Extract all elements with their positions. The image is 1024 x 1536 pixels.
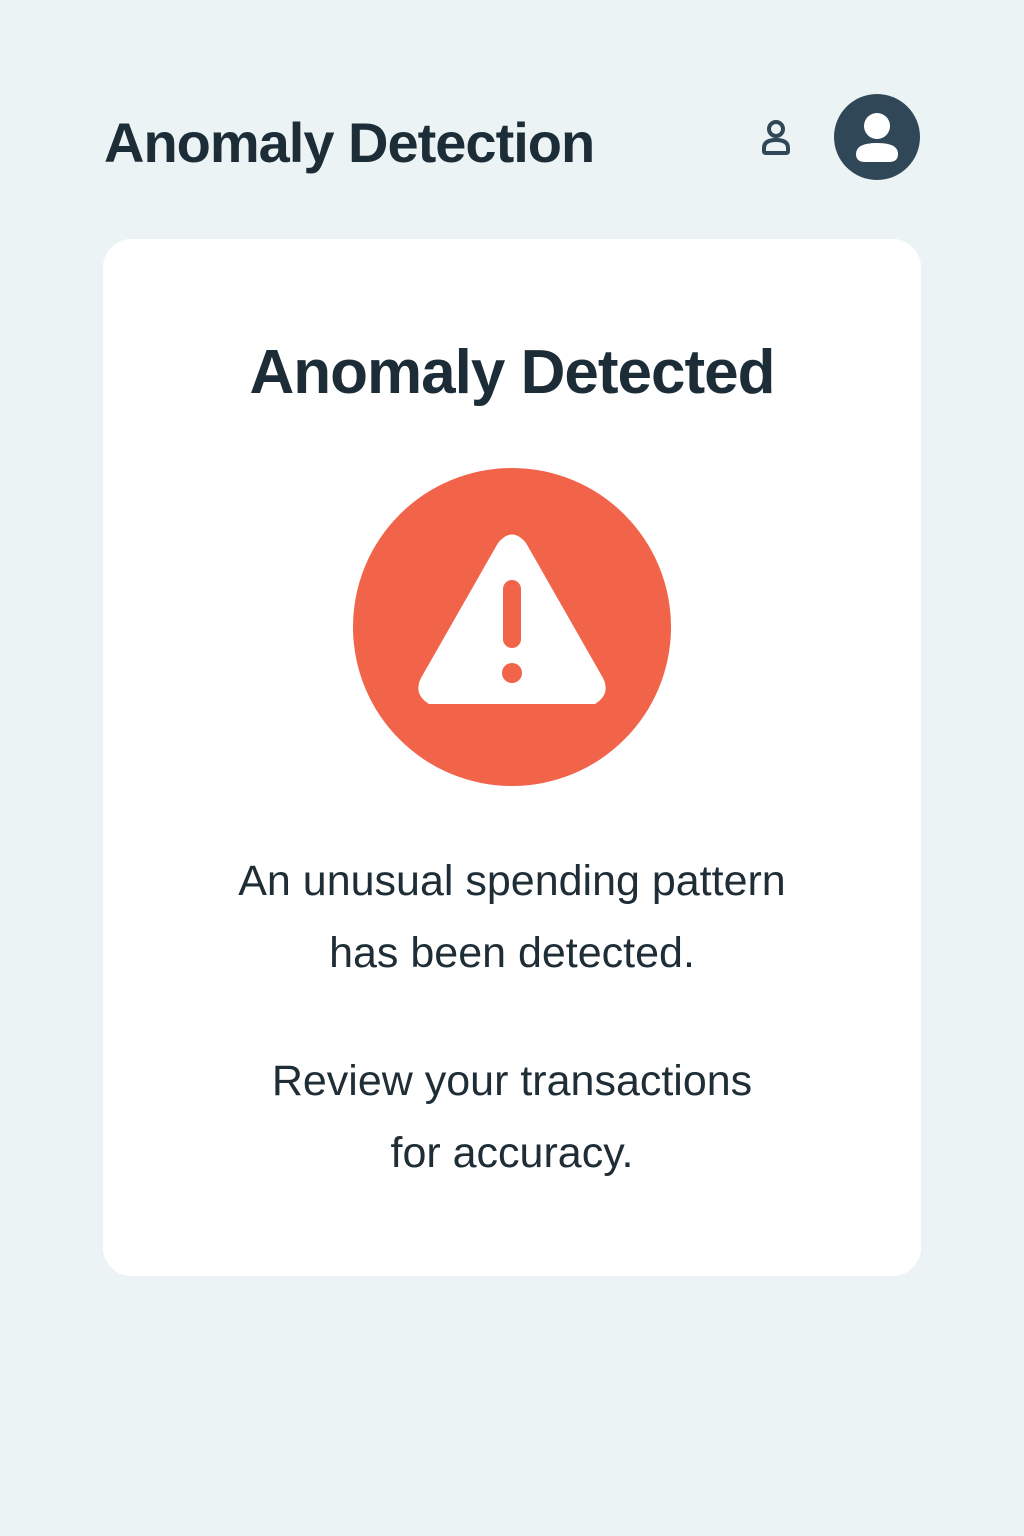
review-instruction-line-2: for accuracy. <box>390 1129 634 1177</box>
user-outline-icon <box>762 120 790 155</box>
anomaly-message-line-2: has been detected. <box>329 929 695 977</box>
anomaly-message: An unusual spending pattern has been det… <box>103 845 921 989</box>
alert-title: Anomaly Detected <box>249 338 776 407</box>
page-title: Anomaly Detection <box>104 111 595 174</box>
anomaly-alert-card: Anomaly Detected An unusual spending pat… <box>103 239 921 1276</box>
user-avatar-icon <box>856 113 898 162</box>
profile-button[interactable] <box>752 114 800 162</box>
review-instruction: Review your transactions for accuracy. <box>103 1045 921 1189</box>
avatar[interactable] <box>834 94 920 180</box>
anomaly-message-line-1: An unusual spending pattern <box>238 857 786 905</box>
warning-triangle-icon <box>353 468 671 786</box>
review-instruction-line-1: Review your transactions <box>271 1057 753 1105</box>
warning-badge <box>353 468 671 786</box>
app-header: Anomaly Detection <box>104 94 920 180</box>
